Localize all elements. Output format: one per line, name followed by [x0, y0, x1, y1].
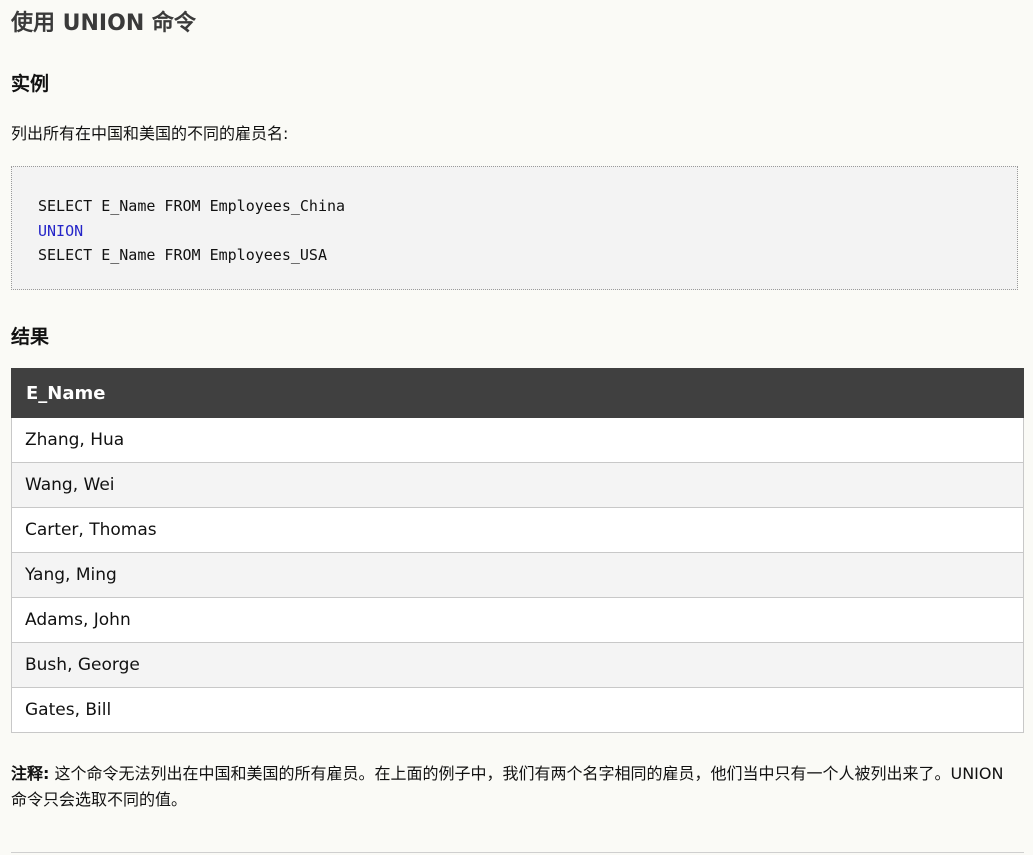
- note-label: 注释:: [11, 764, 50, 783]
- example-heading: 实例: [11, 73, 50, 95]
- result-table: E_Name Zhang, Hua Wang, Wei Carter, Thom…: [11, 368, 1024, 733]
- table-row: Gates, Bill: [11, 687, 1024, 733]
- table-cell: Yang, Ming: [11, 552, 1024, 598]
- result-heading: 结果: [11, 326, 50, 348]
- page-title: 使用 UNION 命令: [11, 11, 196, 36]
- table-cell: Adams, John: [11, 597, 1024, 643]
- table-cell: Wang, Wei: [11, 462, 1024, 508]
- table-header-row: E_Name: [11, 368, 1024, 418]
- code-line-2-keyword: UNION: [38, 221, 84, 240]
- note-text: 这个命令无法列出在中国和美国的所有雇员。在上面的例子中，我们有两个名字相同的雇员…: [11, 764, 1004, 809]
- table-row: Carter, Thomas: [11, 507, 1024, 553]
- note-paragraph: 注释: 这个命令无法列出在中国和美国的所有雇员。在上面的例子中，我们有两个名字相…: [11, 761, 1021, 813]
- divider: [11, 852, 1024, 853]
- table-cell: Zhang, Hua: [11, 417, 1024, 463]
- table-cell: Gates, Bill: [11, 687, 1024, 733]
- code-block: SELECT E_Name FROM Employees_China UNION…: [11, 166, 1018, 290]
- table-row: Adams, John: [11, 597, 1024, 643]
- code-line-1: SELECT E_Name FROM Employees_China: [38, 197, 346, 215]
- table-row: Wang, Wei: [11, 462, 1024, 508]
- table-row: Zhang, Hua: [11, 417, 1024, 463]
- table-row: Yang, Ming: [11, 552, 1024, 598]
- example-description: 列出所有在中国和美国的不同的雇员名:: [11, 124, 289, 143]
- table-cell: Carter, Thomas: [11, 507, 1024, 553]
- table-cell: Bush, George: [11, 642, 1024, 688]
- column-header-e-name: E_Name: [11, 368, 1024, 418]
- table-row: Bush, George: [11, 642, 1024, 688]
- code-line-3: SELECT E_Name FROM Employees_USA: [38, 246, 327, 264]
